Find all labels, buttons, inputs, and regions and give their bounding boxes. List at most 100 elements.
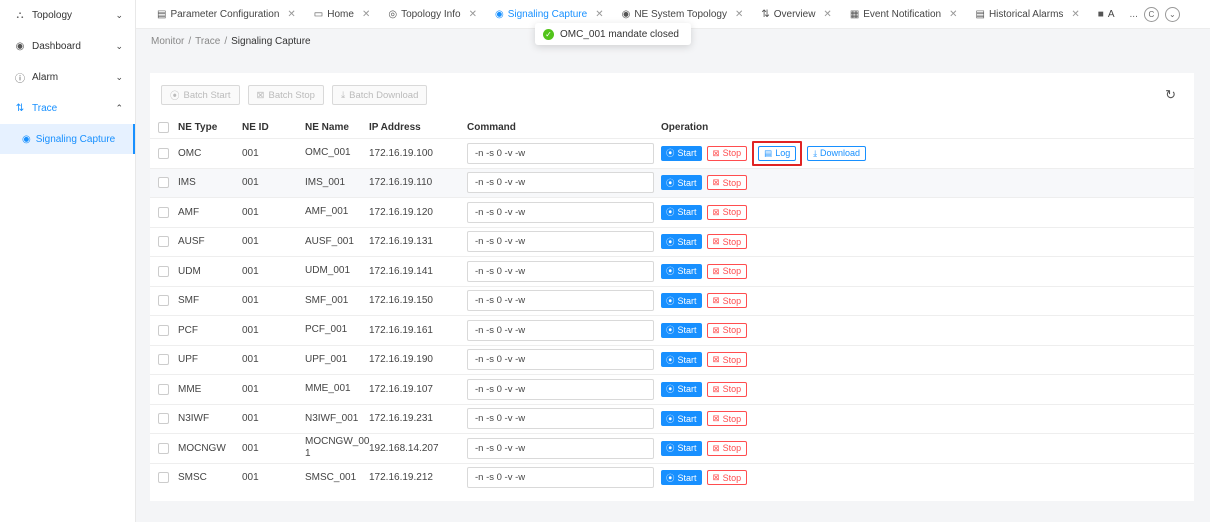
cell-ne-name: AMF_001 <box>305 206 349 218</box>
close-icon[interactable]: ✕ <box>595 9 603 20</box>
start-button[interactable]: ⦿ Start <box>661 263 702 279</box>
tab-5[interactable]: ⇅ Overview ✕ <box>752 0 840 29</box>
command-input[interactable]: -n -s 0 -v -w <box>467 172 654 194</box>
stop-button[interactable]: ⊠ Stop <box>706 440 748 456</box>
start-button[interactable]: ⦿ Start <box>661 234 702 250</box>
select-all-checkbox[interactable] <box>158 122 169 133</box>
row-checkbox[interactable] <box>158 206 169 218</box>
batch-stop-button[interactable]: ⊠ Batch Stop <box>247 85 324 105</box>
stop-button[interactable]: ⊠ Stop <box>706 352 748 368</box>
check-circle-icon: ✓ <box>543 28 554 40</box>
start-button[interactable]: ⦿ Start <box>661 352 702 368</box>
command-input[interactable]: -n -s 0 -v -w <box>467 467 654 489</box>
download-button[interactable]: ⤓ Download <box>807 145 867 161</box>
tab-7[interactable]: ▤ Historical Alarms ✕ <box>966 0 1088 29</box>
start-button[interactable]: ⦿ Start <box>661 204 702 220</box>
stop-button[interactable]: ⊠ Stop <box>706 204 748 220</box>
row-checkbox[interactable] <box>158 177 169 189</box>
sidebar-item-alarm[interactable]: ⓘ Alarm ⌄ <box>0 62 135 93</box>
header-ne-name: NE Name <box>305 122 349 133</box>
start-button[interactable]: ⦿ Start <box>661 381 702 397</box>
close-icon[interactable]: ✕ <box>287 9 295 20</box>
stop-button[interactable]: ⊠ Stop <box>706 411 748 427</box>
row-checkbox[interactable] <box>158 236 169 248</box>
refresh-icon[interactable]: ↻ <box>1165 87 1176 103</box>
play-icon: ⦿ <box>666 266 675 277</box>
row-checkbox[interactable] <box>158 147 169 159</box>
command-input[interactable]: -n -s 0 -v -w <box>467 408 654 430</box>
stop-button[interactable]: ⊠ Stop <box>706 293 748 309</box>
stop-button[interactable]: ⊠ Stop <box>706 381 748 397</box>
chevron-down-icon[interactable]: ⌄ <box>1164 6 1180 22</box>
tab-2[interactable]: ◎ Topology Info ✕ <box>379 0 486 29</box>
close-icon[interactable]: ✕ <box>823 9 831 20</box>
close-icon[interactable]: ✕ <box>735 9 743 20</box>
row-checkbox[interactable] <box>158 413 169 425</box>
tab-icon: ⇅ <box>761 8 770 20</box>
command-input[interactable]: -n -s 0 -v -w <box>467 437 654 459</box>
command-input[interactable]: -n -s 0 -v -w <box>467 201 654 223</box>
log-button[interactable]: ▤ Log <box>758 145 797 161</box>
stop-button[interactable]: ⊠ Stop <box>706 263 748 279</box>
stop-button[interactable]: ⊠ Stop <box>706 322 748 338</box>
cell-ne-type: MOCNGW <box>178 442 226 454</box>
row-checkbox[interactable] <box>158 472 169 484</box>
command-input[interactable]: -n -s 0 -v -w <box>467 142 654 164</box>
stop-button[interactable]: ⊠ Stop <box>706 145 748 161</box>
stop-label: Stop <box>722 325 742 336</box>
sidebar-item-label: Dashboard <box>32 41 81 52</box>
close-icon[interactable]: ✕ <box>949 9 957 20</box>
tab-1[interactable]: ▭ Home ✕ <box>305 0 380 29</box>
tab-8[interactable]: ■ A <box>1089 0 1124 29</box>
log-highlight: ▤ Log <box>752 140 803 166</box>
start-button[interactable]: ⦿ Start <box>661 293 702 309</box>
start-label: Start <box>677 295 697 306</box>
breadcrumb-trace[interactable]: Trace <box>195 36 220 47</box>
command-input[interactable]: -n -s 0 -v -w <box>467 290 654 312</box>
row-checkbox[interactable] <box>158 265 169 277</box>
sidebar-item-topology[interactable]: ⛬ Topology ⌄ <box>0 0 135 31</box>
sidebar-item-trace[interactable]: ⇅ Trace ⌃ <box>0 93 135 124</box>
start-label: Start <box>677 384 697 395</box>
more-tabs-icon[interactable]: ... <box>1130 9 1138 20</box>
row-checkbox[interactable] <box>158 442 169 454</box>
operation-cell: ⦿ Start ⊠ Stop <box>661 263 1194 279</box>
sidebar-item-signaling-capture[interactable]: ◉ Signaling Capture <box>0 124 135 154</box>
operation-cell: ⦿ Start ⊠ Stop <box>661 234 1194 250</box>
sidebar-item-dashboard[interactable]: ◉ Dashboard ⌄ <box>0 31 135 62</box>
tab-0[interactable]: ▤ Parameter Configuration ✕ <box>148 0 305 29</box>
start-button[interactable]: ⦿ Start <box>661 470 702 486</box>
start-button[interactable]: ⦿ Start <box>661 175 702 191</box>
cell-ne-name: UDM_001 <box>305 265 351 277</box>
stop-button[interactable]: ⊠ Stop <box>706 234 748 250</box>
table-row: SMSC 001 SMSC_001 172.16.19.212 -n -s 0 -v -… <box>150 462 1194 493</box>
tab-icon: ◉ <box>621 8 631 20</box>
command-input[interactable]: -n -s 0 -v -w <box>467 231 654 253</box>
close-icon[interactable]: ✕ <box>362 9 370 20</box>
row-checkbox[interactable] <box>158 354 169 366</box>
tab-6[interactable]: ▦ Event Notification ✕ <box>841 0 967 29</box>
row-checkbox[interactable] <box>158 295 169 307</box>
start-button[interactable]: ⦿ Start <box>661 411 702 427</box>
stop-button[interactable]: ⊠ Stop <box>706 175 748 191</box>
cell-ne-name: AUSF_001 <box>305 235 354 247</box>
start-button[interactable]: ⦿ Start <box>661 145 702 161</box>
command-input[interactable]: -n -s 0 -v -w <box>467 378 654 400</box>
command-input[interactable]: -n -s 0 -v -w <box>467 260 654 282</box>
batch-start-button[interactable]: ⦿ Batch Start <box>161 85 240 105</box>
row-checkbox[interactable] <box>158 383 169 395</box>
start-button[interactable]: ⦿ Start <box>661 322 702 338</box>
command-input[interactable]: -n -s 0 -v -w <box>467 319 654 341</box>
stop-icon: ⊠ <box>712 354 720 365</box>
close-icon[interactable]: ✕ <box>469 9 477 20</box>
breadcrumb-monitor[interactable]: Monitor <box>151 36 184 47</box>
close-icon[interactable]: ✕ <box>1071 9 1079 20</box>
row-checkbox[interactable] <box>158 324 169 336</box>
start-button[interactable]: ⦿ Start <box>661 440 702 456</box>
command-input[interactable]: -n -s 0 -v -w <box>467 349 654 371</box>
reload-tab-icon[interactable]: C <box>1143 6 1159 22</box>
batch-download-button[interactable]: ⤓ Batch Download <box>331 85 428 105</box>
stop-label: Stop <box>722 413 742 424</box>
stop-button[interactable]: ⊠ Stop <box>706 470 748 486</box>
start-label: Start <box>677 266 697 277</box>
